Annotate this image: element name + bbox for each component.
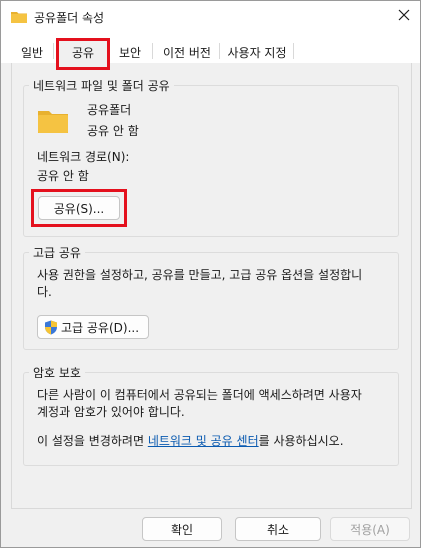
close-button[interactable] — [392, 5, 416, 27]
network-path-label: 네트워크 경로(N): — [37, 150, 130, 164]
password-protection-line3: 이 설정을 변경하려면 네트워크 및 공유 센터를 사용하십시오. — [37, 433, 344, 450]
password-protection-line3-prefix: 이 설정을 변경하려면 — [37, 434, 148, 448]
folder-share-status: 공유 안 함 — [87, 124, 139, 138]
advanced-sharing-description-line1: 사용 권한을 설정하고, 공유를 만들고, 고급 공유 옵션을 설정합니 — [37, 268, 363, 282]
password-protection-line2: 계정과 암호가 있어야 합니다. — [37, 405, 185, 419]
password-protection-title: 암호 보호 — [29, 364, 85, 381]
properties-window: 공유폴더 속성 일반 공유 보안 이전 버전 사용자 지정 네트워크 파일 및 … — [0, 0, 421, 548]
network-path-value: 공유 안 함 — [37, 169, 89, 183]
apply-button[interactable]: 적용(A) — [330, 517, 410, 541]
tab-general[interactable]: 일반 — [11, 41, 53, 63]
title-bar: 공유폴더 속성 — [1, 1, 420, 33]
tab-divider — [219, 43, 220, 59]
password-protection-line1: 다른 사람이 이 컴퓨터에서 공유되는 폴더에 액세스하려면 사용자 — [37, 388, 362, 402]
tab-previous-versions[interactable]: 이전 버전 — [154, 41, 220, 63]
tab-customize[interactable]: 사용자 지정 — [221, 41, 293, 63]
cancel-button[interactable]: 취소 — [235, 517, 321, 541]
close-icon — [398, 9, 410, 24]
password-protection-line3-suffix: 를 사용하십시오. — [258, 434, 344, 448]
share-button-highlight-box — [31, 189, 127, 227]
folder-icon — [38, 109, 68, 133]
window-title: 공유폴더 속성 — [34, 11, 105, 25]
advanced-sharing-description-line2: 다. — [37, 285, 52, 299]
tab-divider — [53, 43, 54, 59]
network-sharing-title: 네트워크 파일 및 폴더 공유 — [29, 77, 174, 94]
network-sharing-center-link[interactable]: 네트워크 및 공유 센터 — [148, 434, 259, 448]
tab-divider — [293, 43, 294, 59]
tab-divider — [152, 43, 153, 59]
advanced-sharing-button[interactable]: 고급 공유(D)... — [37, 315, 149, 339]
uac-shield-icon — [44, 320, 58, 335]
folder-icon — [11, 11, 27, 23]
tab-security[interactable]: 보안 — [109, 41, 151, 63]
ok-button[interactable]: 확인 — [142, 517, 222, 541]
folder-name: 공유폴더 — [87, 103, 132, 117]
advanced-sharing-title: 고급 공유 — [29, 244, 85, 261]
advanced-sharing-button-label: 고급 공유(D)... — [61, 320, 140, 335]
